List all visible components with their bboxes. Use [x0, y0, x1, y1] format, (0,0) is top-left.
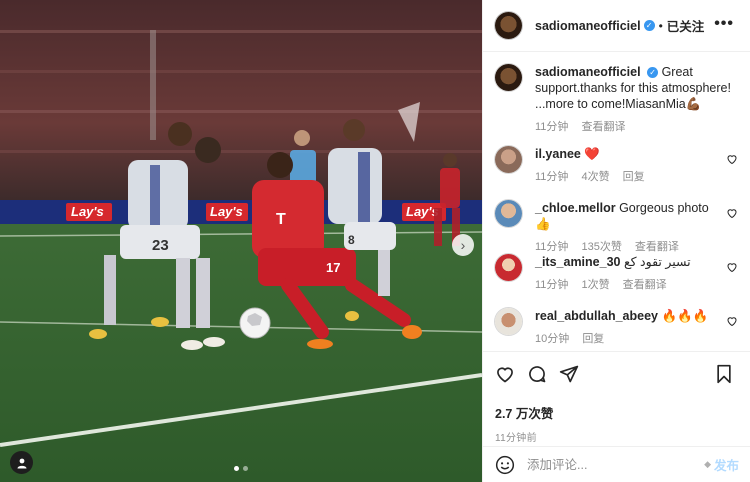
next-photo-button[interactable]: › [452, 234, 474, 256]
comment-text: تسير تقود كع [623, 255, 691, 269]
comment-text: 🔥🔥🔥 [661, 309, 709, 323]
author-username[interactable]: sadiomaneofficiel [535, 19, 641, 33]
post-timestamp: 11分钟前 [495, 433, 537, 444]
comment-input[interactable] [527, 457, 697, 472]
caption-avatar[interactable] [495, 64, 522, 91]
comment-like-heart-icon[interactable] [726, 153, 738, 165]
comment-item: _chloe.mellor Gorgeous photo 👍 11分钟 135次… [495, 200, 738, 255]
likes-count[interactable]: 2.7 万次赞 [495, 403, 739, 422]
carousel-dot-active [234, 466, 239, 471]
emoji-icon[interactable] [495, 455, 515, 475]
author-avatar[interactable] [495, 12, 522, 39]
svg-text:Lay's: Lay's [210, 204, 243, 219]
comment-username[interactable]: _its_amine_30 [535, 255, 620, 269]
match-photo-illustration: Lay's Lay's Lay's 23 17 T 8 [0, 0, 482, 482]
post-actions: 2.7 万次赞 11分钟前 [483, 351, 750, 444]
svg-text:Lay's: Lay's [406, 204, 439, 219]
chevron-right-icon: › [460, 237, 466, 253]
comment-icon[interactable] [527, 364, 547, 384]
svg-text:T: T [276, 211, 286, 228]
comment-item: real_abdullah_abeey 🔥🔥🔥 10分钟 回复 [495, 308, 738, 347]
caption: sadiomaneofficiel ✓ Great support.thanks… [495, 64, 738, 135]
post-photo[interactable]: Lay's Lay's Lay's 23 17 T 8 › [0, 0, 482, 482]
comment-likes[interactable]: 135次赞 [581, 241, 621, 253]
commenter-avatar[interactable] [495, 308, 522, 335]
svg-text:8: 8 [348, 233, 355, 247]
comment-like-heart-icon[interactable] [726, 261, 738, 273]
follow-status-button[interactable]: 已关注 [667, 16, 705, 35]
header-separator: • [658, 18, 663, 33]
svg-text:Lay's: Lay's [71, 204, 104, 219]
comment-time[interactable]: 11分钟 [535, 241, 568, 253]
comment-likes[interactable]: 4次赞 [581, 171, 609, 183]
comment-time[interactable]: 11分钟 [535, 171, 568, 183]
see-translation-button[interactable]: 查看翻译 [635, 241, 679, 253]
comment-username[interactable]: _chloe.mellor [535, 201, 616, 215]
comment-time[interactable]: 11分钟 [535, 279, 568, 291]
svg-text:17: 17 [326, 260, 340, 275]
svg-text:23: 23 [152, 237, 169, 254]
comment-username[interactable]: il.yanee [535, 147, 581, 161]
post-header: sadiomaneofficiel ✓ • 已关注 ••• [483, 0, 750, 52]
commenter-avatar[interactable] [495, 200, 522, 227]
bookmark-icon[interactable] [715, 364, 733, 384]
comment-item: _its_amine_30 تسير تقود كع 11分钟 1次赞 查看翻译 [495, 254, 738, 293]
caption-username[interactable]: sadiomaneofficiel [535, 65, 641, 79]
see-translation-button[interactable]: 查看翻译 [581, 121, 625, 133]
reply-button[interactable]: 回复 [582, 333, 604, 345]
carousel-indicator [0, 466, 482, 471]
share-icon[interactable] [559, 364, 579, 384]
instagram-post-view: Lay's Lay's Lay's 23 17 T 8 › sadiomaneo… [0, 0, 750, 482]
sort-icon: ◆ [704, 459, 711, 469]
comment-time[interactable]: 10分钟 [535, 333, 569, 345]
post-side-panel: sadiomaneofficiel ✓ • 已关注 ••• sadiomaneo… [482, 0, 750, 482]
see-translation-button[interactable]: 查看翻译 [623, 279, 667, 291]
caption-time[interactable]: 11分钟 [535, 121, 568, 133]
comment-composer: ◆ 发布 [483, 446, 750, 482]
carousel-dot [243, 466, 248, 471]
reply-button[interactable]: 回复 [623, 171, 645, 183]
comment-item: il.yanee ❤️ 11分钟 4次赞 回复 [495, 146, 738, 185]
comment-like-heart-icon[interactable] [726, 315, 738, 327]
more-icon[interactable]: ••• [714, 16, 734, 32]
post-comment-label: 发布 [713, 459, 739, 473]
verified-icon: ✓ [647, 67, 659, 79]
comment-likes[interactable]: 1次赞 [581, 279, 609, 291]
heart-icon[interactable] [495, 364, 515, 384]
commenter-avatar[interactable] [495, 146, 522, 173]
post-comment-button[interactable]: ◆ 发布 [704, 455, 739, 474]
comment-username[interactable]: real_abdullah_abeey [535, 309, 658, 323]
comment-like-heart-icon[interactable] [726, 207, 738, 219]
commenter-avatar[interactable] [495, 254, 522, 281]
verified-icon: ✓ [643, 20, 655, 31]
comments-list[interactable]: sadiomaneofficiel ✓ Great support.thanks… [483, 52, 750, 349]
comment-text: ❤️ [584, 147, 600, 161]
